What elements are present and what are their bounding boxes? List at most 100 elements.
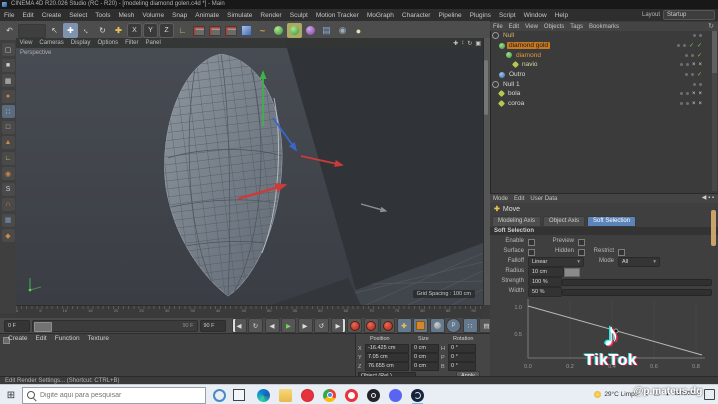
viewport-nav-toggle-view[interactable]: ▣ <box>475 40 481 47</box>
dot-tag[interactable] <box>699 34 702 37</box>
menu-plugins[interactable]: Plugins <box>466 12 495 19</box>
toolbar-lock-x-axis[interactable]: X <box>127 23 142 38</box>
om-menu-edit[interactable]: Edit <box>506 24 522 30</box>
transport-cycle[interactable]: ↺ <box>314 318 329 333</box>
palette-enable-snap[interactable]: S <box>2 183 15 196</box>
object-row-diamond[interactable]: diamond✓ <box>490 50 712 60</box>
check-tag[interactable]: ✓ <box>697 42 702 49</box>
transport-play-backwards[interactable]: ◀ <box>265 318 280 333</box>
transport-key-scale[interactable] <box>413 318 428 333</box>
object-name[interactable]: navio <box>520 61 540 68</box>
palette-workplane-grid[interactable]: ▦ <box>2 214 15 227</box>
object-name[interactable]: Outro <box>507 71 527 78</box>
viewport-menu-view[interactable]: View <box>16 40 36 46</box>
object-name[interactable]: coroa <box>506 100 526 107</box>
coord-y-position[interactable]: 7.05 cm <box>365 353 409 362</box>
palette-edges-mode[interactable]: □ <box>2 121 15 134</box>
dot-tag[interactable] <box>685 54 688 57</box>
menu-sculpt[interactable]: Sculpt <box>286 12 312 19</box>
object-name[interactable]: Null <box>501 32 516 39</box>
om-menu-view[interactable]: View <box>522 24 541 30</box>
curve-point[interactable] <box>614 329 618 333</box>
menu-simulate[interactable]: Simulate <box>223 12 256 19</box>
toolbar-add-camera[interactable]: ◉ <box>335 23 350 38</box>
dot-tag[interactable] <box>686 63 689 66</box>
taskbar-app-edge[interactable] <box>257 389 270 402</box>
toolbar-undo[interactable]: ↶ <box>2 23 17 38</box>
dot-tag[interactable] <box>699 83 702 86</box>
check-tag[interactable]: ✓ <box>697 71 702 78</box>
dot-tag[interactable] <box>680 92 683 95</box>
transport-key-point-level[interactable]: ∷ <box>463 318 478 333</box>
toolbar-render-settings[interactable] <box>223 23 238 38</box>
transport-goto-next-frame[interactable]: ▶ <box>298 318 313 333</box>
timeline-slider[interactable]: 90 F <box>32 320 198 332</box>
cross-tag[interactable]: × <box>692 91 696 97</box>
menu-character[interactable]: Character <box>398 12 435 19</box>
menu-edit[interactable]: Edit <box>18 12 37 19</box>
cortana-button[interactable] <box>213 389 226 402</box>
material-menu-create[interactable]: Create <box>4 335 32 342</box>
frame-end-field[interactable]: 90 F <box>200 320 226 332</box>
object-name[interactable]: diamond <box>514 52 543 59</box>
dot-tag[interactable] <box>677 44 680 47</box>
palette-polygons-mode[interactable]: ▲ <box>2 136 15 149</box>
timeline-slider-handle[interactable] <box>34 322 52 332</box>
am-menu-edit[interactable]: Edit <box>511 196 527 202</box>
palette-texture-mode[interactable]: ▦ <box>2 74 15 87</box>
transport-play-forwards[interactable]: ▶ <box>281 318 296 333</box>
radius-field[interactable]: 10 cm <box>528 267 564 277</box>
menu-mograph[interactable]: MoGraph <box>363 12 398 19</box>
viewport-menu-panel[interactable]: Panel <box>142 40 164 46</box>
menu-create[interactable]: Create <box>38 12 66 19</box>
radius-swatch[interactable] <box>564 268 580 277</box>
om-menu-tags[interactable]: Tags <box>567 24 586 30</box>
palette-make-editable[interactable]: ▢ <box>2 43 15 56</box>
dot-tag[interactable] <box>680 102 683 105</box>
toolbar-add-generator[interactable] <box>287 23 302 38</box>
transport-key-rotation[interactable] <box>430 318 445 333</box>
menu-mesh[interactable]: Mesh <box>114 12 138 19</box>
surface-checkbox[interactable] <box>528 249 535 256</box>
toolbar-add-subdivision-surface[interactable] <box>271 23 286 38</box>
om-menu-file[interactable]: File <box>490 24 506 30</box>
coord-h-rotation[interactable]: 0 ° <box>448 344 476 353</box>
palette-model-mode[interactable]: ■ <box>2 59 15 72</box>
transport-loop-mode[interactable]: ↻ <box>248 318 263 333</box>
restrict-checkbox[interactable] <box>618 249 625 256</box>
search-input[interactable] <box>38 391 192 400</box>
menu-motion-tracker[interactable]: Motion Tracker <box>312 12 363 19</box>
cross-tag[interactable]: × <box>698 101 702 107</box>
toolbar-last-tool[interactable]: ✚ <box>111 23 126 38</box>
taskbar-app-obs[interactable] <box>367 389 380 402</box>
coord-p-rotation[interactable]: 0 ° <box>448 353 476 362</box>
am-history-arrows[interactable]: ◀ ▪ ▪ <box>702 194 714 203</box>
coord-x-position[interactable]: -16.425 cm <box>365 344 409 353</box>
task-view-button[interactable] <box>233 389 245 401</box>
taskbar-app-opera-gx[interactable] <box>301 389 314 402</box>
toolbar-lock-z-axis[interactable]: Z <box>159 23 174 38</box>
palette-magnet-tool[interactable]: ∩ <box>2 198 15 211</box>
palette-quantize[interactable]: ◆ <box>2 229 15 242</box>
enable-checkbox[interactable] <box>528 239 535 246</box>
dot-tag[interactable] <box>683 44 686 47</box>
menu-tools[interactable]: Tools <box>91 12 114 19</box>
menu-render[interactable]: Render <box>256 12 285 19</box>
toolbar-add-light[interactable]: ● <box>351 23 366 38</box>
falloff-dropdown[interactable]: Linear <box>528 257 584 267</box>
menu-volume[interactable]: Volume <box>138 12 168 19</box>
viewport-menu-cameras[interactable]: Cameras <box>36 40 67 46</box>
strength-slider[interactable] <box>562 279 712 286</box>
cross-tag[interactable]: × <box>698 62 702 68</box>
coord-z-position[interactable]: 76.655 cm <box>365 362 409 371</box>
transport-record-keyframe[interactable] <box>347 318 362 333</box>
strength-field[interactable]: 100 % <box>528 277 562 287</box>
dot-tag[interactable] <box>693 34 696 37</box>
toolbar-rotate-tool[interactable]: ↻ <box>95 23 110 38</box>
palette-points-mode[interactable]: ∷ <box>2 105 15 118</box>
tab-object-axis[interactable]: Object Axis <box>543 216 585 227</box>
dot-tag[interactable] <box>680 63 683 66</box>
am-menu-mode[interactable]: Mode <box>490 196 511 202</box>
cross-tag[interactable]: × <box>692 62 696 68</box>
transport-keyframe-selection[interactable] <box>380 318 395 333</box>
